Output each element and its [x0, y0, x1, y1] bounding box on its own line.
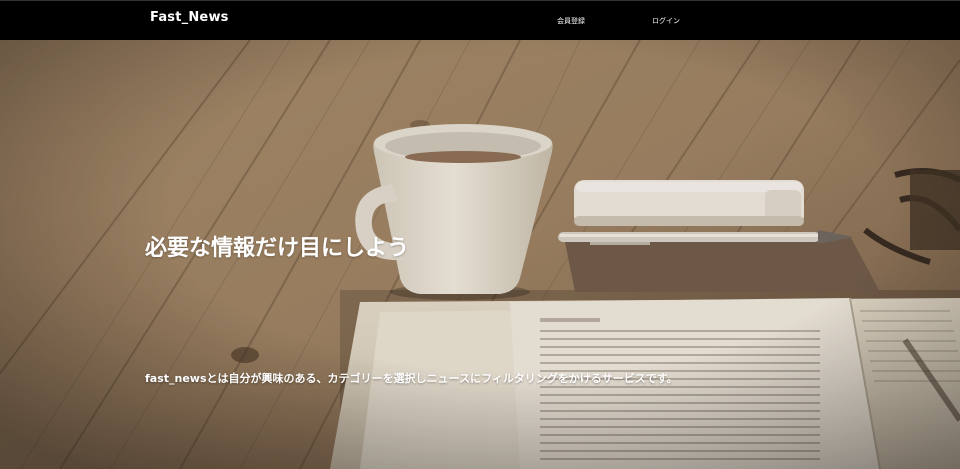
hero-description: fast_newsとは自分が興味のある、カテゴリーを選択しニュースにフィルタリン…: [145, 372, 678, 385]
top-navigation-bar: Fast_News 会員登録 ログイン: [0, 0, 960, 40]
hero-headline: 必要な情報だけ目にしよう: [145, 236, 410, 261]
login-link[interactable]: ログイン: [652, 16, 680, 26]
hero-section: 必要な情報だけ目にしよう fast_newsとは自分が興味のある、カテゴリーを選…: [0, 40, 960, 469]
register-link[interactable]: 会員登録: [557, 16, 585, 26]
hero-background-image: [0, 40, 960, 469]
brand-logo-link[interactable]: Fast_News: [150, 10, 229, 25]
